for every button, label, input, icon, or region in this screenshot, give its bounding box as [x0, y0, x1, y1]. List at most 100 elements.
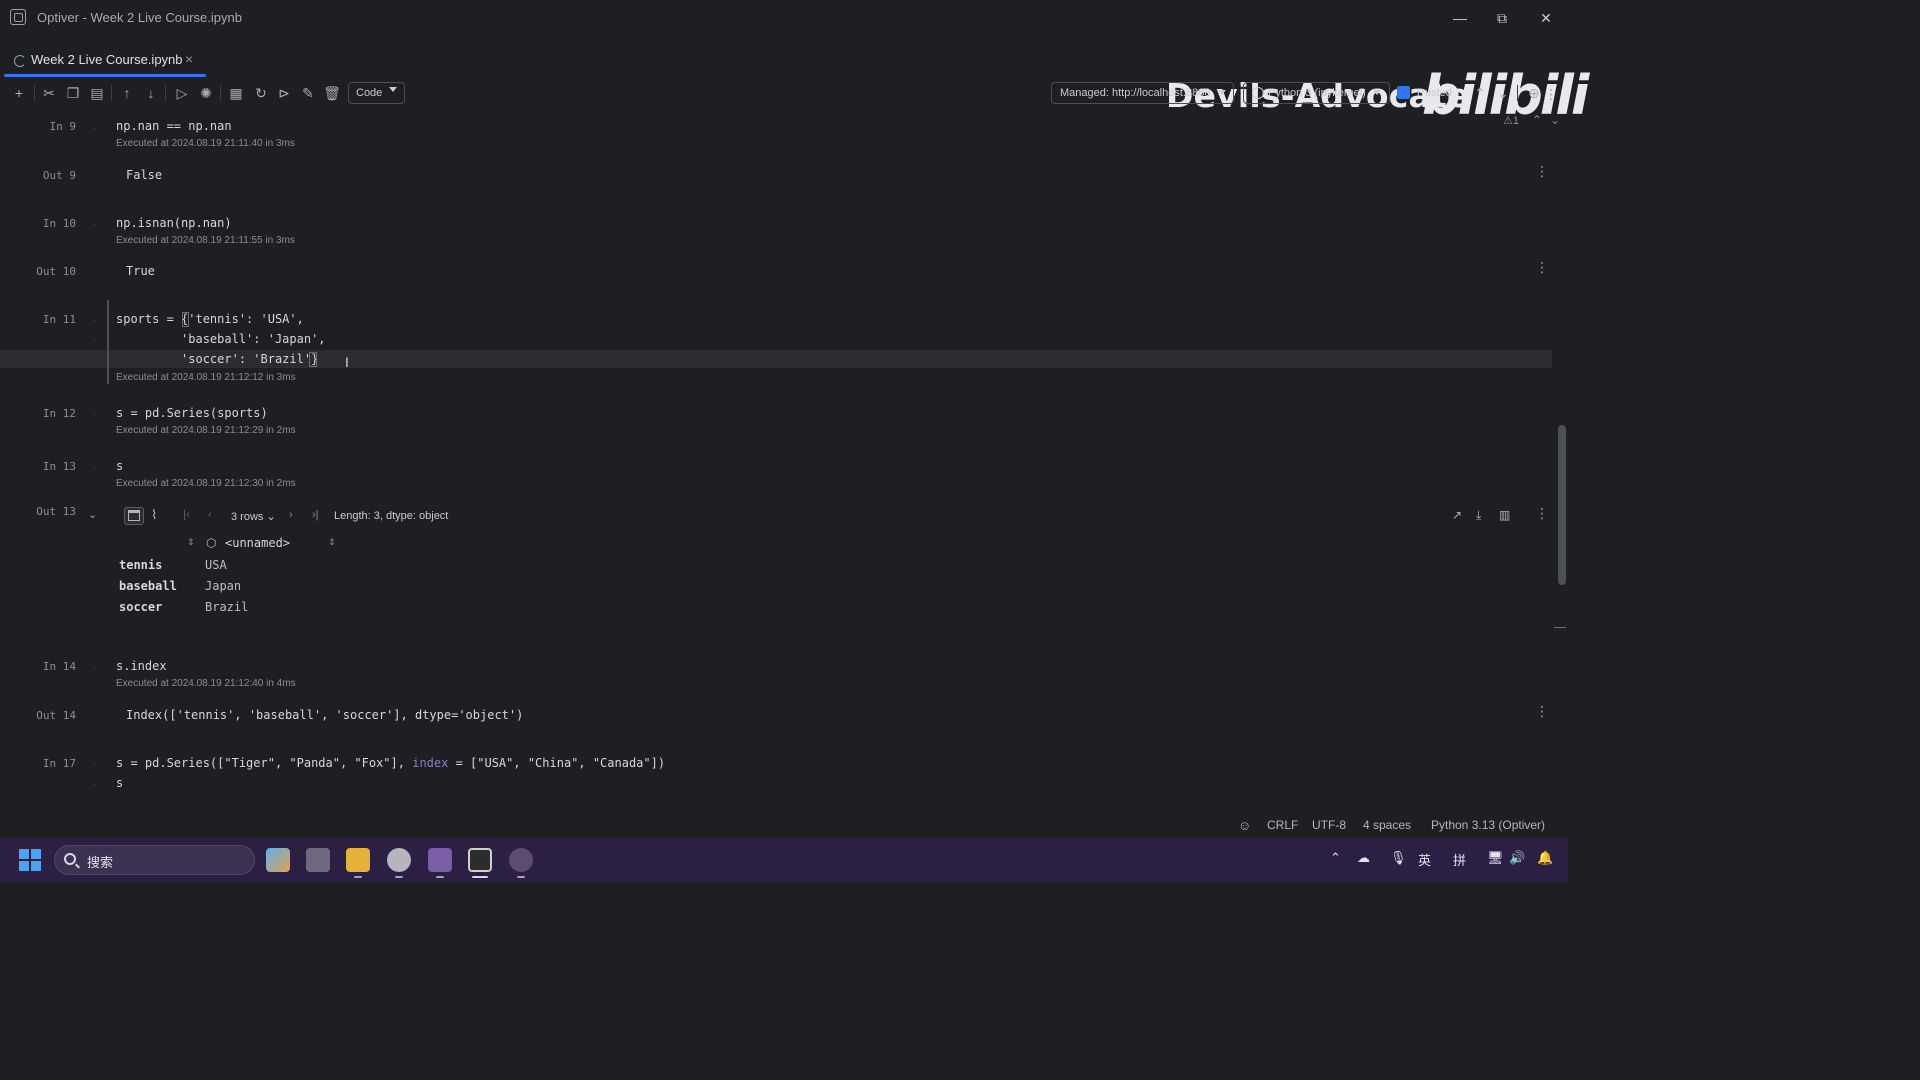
cell-code[interactable]: s = pd.Series(sports)	[116, 406, 268, 420]
collapse-output-icon[interactable]: ⌄	[88, 508, 97, 521]
app-icon-cat[interactable]	[428, 848, 452, 872]
ai-assistant-icon[interactable]: ☺	[1238, 818, 1251, 833]
table-row-key: tennis	[119, 558, 163, 572]
output-menu-icon[interactable]: ⋮	[1535, 163, 1549, 180]
ime-language[interactable]: 英	[1418, 850, 1431, 869]
cell-out-prompt: Out 9	[42, 169, 76, 182]
windows-start-icon[interactable]	[19, 849, 41, 871]
output-menu-icon[interactable]: ⋮	[1535, 505, 1549, 522]
next-cell-icon[interactable]: ⌄	[1493, 83, 1513, 103]
close-window-button[interactable]: ✕	[1536, 8, 1556, 28]
taskbar-search[interactable]: 搜索	[54, 845, 255, 875]
rows-dropdown[interactable]: 3 rows ⌄	[231, 510, 276, 523]
cut-icon[interactable]: ✂	[39, 83, 59, 103]
run-cell-icon[interactable]: ▷	[172, 83, 192, 103]
move-down-icon[interactable]: ↓	[141, 83, 161, 103]
delete-icon[interactable]: 🗑	[322, 83, 342, 103]
last-page-icon[interactable]: ›|	[312, 509, 319, 521]
previous-cell-icon[interactable]: ⌃	[1470, 83, 1490, 103]
first-page-icon[interactable]: |‹	[183, 509, 190, 521]
cell-in-prompt: In 17	[42, 757, 76, 770]
cell-code-line[interactable]: s	[116, 776, 123, 790]
python-interpreter[interactable]: Python 3.13 (Optiver)	[1431, 818, 1545, 832]
cell-code[interactable]: s	[116, 459, 123, 473]
running-indicator	[517, 876, 525, 878]
cell-execution-info: Executed at 2024.08.19 21:12:12 in 3ms	[116, 372, 296, 383]
widgets-icon[interactable]	[266, 848, 290, 872]
trusted-checkbox[interactable]	[1397, 86, 1410, 99]
prev-page-icon[interactable]: ‹	[208, 509, 212, 521]
brace-match-highlight	[309, 352, 317, 367]
cell-code[interactable]: np.nan == np.nan	[116, 119, 232, 133]
active-indicator	[472, 876, 488, 878]
cell-in-prompt: In 14	[42, 660, 76, 673]
clear-outputs-icon[interactable]: ✎	[298, 83, 318, 103]
cell-code-line[interactable]: 'baseball': 'Japan',	[116, 332, 326, 346]
cell-code-line[interactable]: sports = {'tennis': 'USA',	[116, 312, 304, 326]
recorder-icon[interactable]	[509, 848, 533, 872]
cell-gutter-dot: .	[93, 121, 96, 132]
cell-code-line[interactable]: 'soccer': 'Brazil'}	[116, 352, 318, 366]
globe-icon[interactable]: ⊕	[1524, 83, 1544, 103]
chart-view-icon[interactable]: ⌇	[151, 507, 157, 523]
sort-index-icon[interactable]: ⇕	[187, 537, 195, 548]
chevron-down-icon	[1373, 90, 1381, 95]
scrollbar-marker	[1554, 627, 1566, 628]
toolbar-divider	[1517, 85, 1518, 101]
file-encoding[interactable]: UTF-8	[1312, 818, 1346, 832]
table-row-value: Japan	[205, 579, 242, 593]
download-icon[interactable]: ⤓	[1476, 508, 1481, 523]
kernel-dropdown[interactable]: Python 3 (ipykernel)	[1243, 82, 1390, 104]
cell-gutter-dot: .	[93, 217, 96, 228]
cell-gutter-dot: .	[93, 660, 96, 671]
tab-close-icon[interactable]: ×	[185, 51, 193, 67]
cell-out-prompt: Out 13	[36, 505, 76, 518]
status-bar: ☺ CRLF UTF-8 4 spaces Python 3.13 (Optiv…	[0, 814, 1568, 838]
tab-notebook[interactable]: Week 2 Live Course.ipynb ×	[4, 44, 206, 78]
cell-code[interactable]: s.index	[116, 659, 167, 673]
code-keyword: index	[412, 756, 449, 770]
copy-icon[interactable]: ❐	[63, 83, 83, 103]
vertical-scrollbar[interactable]	[1558, 425, 1566, 585]
running-indicator	[354, 876, 362, 878]
toolbar-divider	[34, 85, 35, 101]
kernel-label: Python 3 (ipykernel)	[1268, 87, 1366, 99]
ime-mode[interactable]: 拼	[1453, 850, 1466, 869]
brace-match-highlight	[182, 312, 189, 327]
show-hidden-icons-icon[interactable]: ⌃	[1330, 850, 1341, 866]
volume-icon[interactable]: 🔊	[1509, 850, 1525, 866]
indent-setting[interactable]: 4 spaces	[1363, 818, 1411, 832]
active-cell-marker	[107, 300, 109, 384]
line-separator[interactable]: CRLF	[1267, 818, 1298, 832]
cell-out-prompt: Out 10	[36, 265, 76, 278]
column-header[interactable]: <unnamed>	[225, 536, 290, 550]
pycharm-icon[interactable]	[468, 848, 492, 872]
interrupt-icon[interactable]: ▦	[226, 83, 246, 103]
next-page-icon[interactable]: ›	[289, 509, 293, 521]
debug-icon[interactable]: ✺	[196, 83, 216, 103]
open-in-tab-icon[interactable]: ↗	[1452, 508, 1462, 522]
notification-icon[interactable]: 🔔	[1537, 850, 1553, 866]
add-cell-icon[interactable]: +	[9, 83, 29, 103]
cloud-icon[interactable]: ☁	[1357, 850, 1370, 866]
microphone-icon[interactable]: 🎙	[1390, 850, 1407, 866]
cell-code-line[interactable]: s = pd.Series(["Tiger", "Panda", "Fox"],…	[116, 756, 665, 770]
output-menu-icon[interactable]: ⋮	[1535, 259, 1549, 276]
notebook-toolbar: + ✂ ❐ ▤ ↑ ↓ ▷ ✺ ▦ ↻ ⊳ ✎ 🗑 Code Managed: …	[0, 80, 1568, 106]
run-all-icon[interactable]: ⊳	[274, 83, 294, 103]
network-icon[interactable]: 🖥	[1487, 850, 1504, 866]
cell-type-dropdown[interactable]: Code	[348, 82, 405, 104]
jupyter-server-dropdown[interactable]: Managed: http://localhost:8888	[1051, 82, 1234, 104]
file-explorer-icon[interactable]	[346, 848, 370, 872]
task-view-icon[interactable]	[306, 848, 330, 872]
sort-column-icon[interactable]: ⇕	[328, 537, 336, 548]
move-up-icon[interactable]: ↑	[117, 83, 137, 103]
wechat-icon[interactable]	[387, 848, 411, 872]
restart-icon[interactable]: ↻	[251, 83, 271, 103]
minimize-button[interactable]: —	[1450, 8, 1470, 28]
cell-code[interactable]: np.isnan(np.nan)	[116, 216, 232, 230]
output-menu-icon[interactable]: ⋮	[1535, 703, 1549, 720]
column-settings-icon[interactable]: ▥	[1499, 508, 1510, 522]
restore-button[interactable]: ⧉	[1492, 8, 1512, 28]
paste-icon[interactable]: ▤	[87, 83, 107, 103]
